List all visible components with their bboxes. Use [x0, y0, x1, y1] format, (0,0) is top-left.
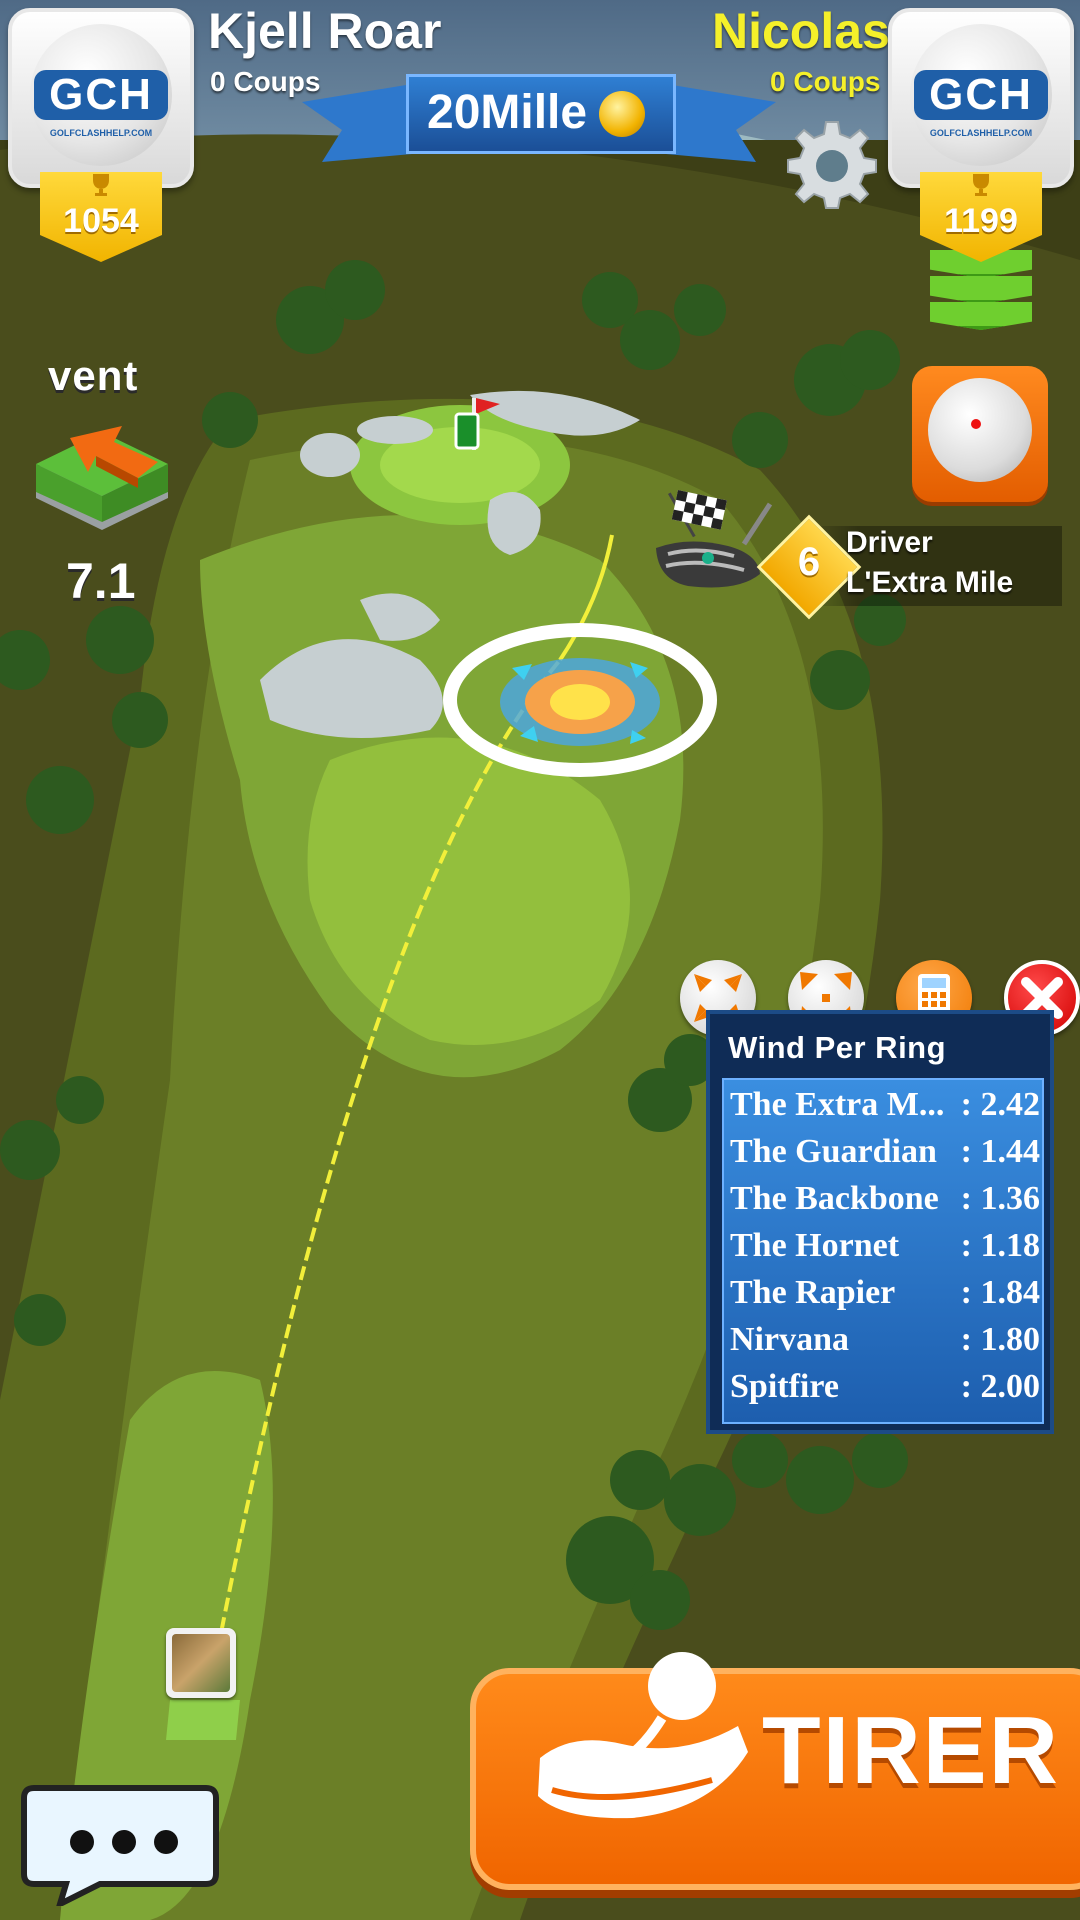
- chat-bubble-icon[interactable]: [20, 1782, 220, 1906]
- club-row-value: : 1.36: [960, 1180, 1040, 1217]
- shoot-label: TIRER: [762, 1697, 1060, 1804]
- trophy-icon: [93, 174, 109, 196]
- list-item: The Extra M... : 2.42: [730, 1086, 1040, 1132]
- club-row-name: The Rapier: [730, 1274, 896, 1311]
- wind-per-ring-panel: Wind Per Ring The Extra M... : 2.42 The …: [706, 1010, 1054, 1434]
- list-item: Nirvana : 1.80: [730, 1321, 1040, 1367]
- ball-selector-button[interactable]: [912, 366, 1048, 502]
- club-row-name: Nirvana: [730, 1321, 849, 1358]
- progress-chevron: [930, 276, 1032, 304]
- club-row-value: : 1.18: [960, 1227, 1040, 1264]
- club-row-name: The Guardian: [730, 1133, 937, 1170]
- list-item: Spitfire : 2.00: [730, 1368, 1040, 1414]
- golf-ball-icon: [928, 378, 1032, 482]
- list-item: The Rapier : 1.84: [730, 1274, 1040, 1320]
- right-player-trophies: 1199: [944, 202, 1018, 240]
- gch-logo-text: GCH: [914, 70, 1048, 120]
- golf-shoe-ball-icon: [538, 1652, 748, 1819]
- progress-chevron: [930, 302, 1032, 330]
- right-player-avatar[interactable]: GCH GOLFCLASHHELP.COM: [888, 8, 1074, 188]
- list-item: The Guardian : 1.44: [730, 1133, 1040, 1179]
- settings-gear-icon[interactable]: [786, 118, 878, 210]
- gch-logo-ball: GCH GOLFCLASHHELP.COM: [910, 24, 1052, 166]
- club-row-name: The Hornet: [730, 1227, 900, 1264]
- club-row-name: The Extra M...: [730, 1086, 945, 1123]
- gch-logo-url: GOLFCLASHHELP.COM: [49, 128, 153, 138]
- club-row-value: : 2.00: [960, 1368, 1040, 1405]
- driver-club-checkered-flag-icon[interactable]: [648, 484, 774, 600]
- club-type: Driver: [846, 526, 933, 559]
- wind-value: 7.1: [66, 553, 136, 609]
- gold-coin-crown-icon: [599, 91, 645, 137]
- club-row-name: Spitfire: [730, 1368, 839, 1405]
- left-player-name: Kjell Roar: [208, 3, 442, 59]
- club-row-value: : 1.44: [960, 1133, 1040, 1170]
- list-item: The Backbone : 1.36: [730, 1180, 1040, 1226]
- right-player-shots: 0 Coups: [770, 66, 881, 97]
- club-row-name: The Backbone: [730, 1180, 939, 1217]
- stake-amount: 20Mille: [427, 86, 588, 139]
- left-player-avatar[interactable]: GCH GOLFCLASHHELP.COM: [8, 8, 194, 188]
- wind-panel-title: Wind Per Ring: [728, 1030, 947, 1065]
- club-level: 6: [797, 540, 821, 584]
- right-player-name: Nicolas: [712, 3, 890, 59]
- tee-camera-thumbnail[interactable]: [166, 1628, 236, 1698]
- club-row-value: : 2.42: [960, 1086, 1040, 1123]
- gch-logo-url: GOLFCLASHHELP.COM: [929, 128, 1033, 138]
- club-row-value: : 1.80: [960, 1321, 1040, 1358]
- wind-direction-arrow-icon: [36, 426, 168, 530]
- wind-label: vent: [48, 352, 139, 399]
- gch-logo-text: GCH: [34, 70, 168, 120]
- wind-per-ring-list: The Extra M... : 2.42 The Guardian : 1.4…: [722, 1078, 1044, 1424]
- stake-banner: 20Mille: [406, 74, 676, 154]
- club-name: L'Extra Mile: [846, 566, 1014, 599]
- tee-camera-image: [172, 1634, 230, 1692]
- list-item: The Hornet : 1.18: [730, 1227, 1040, 1273]
- ball-aim-dot: [971, 419, 981, 429]
- club-row-value: : 1.84: [960, 1274, 1040, 1311]
- gch-logo-ball: GCH GOLFCLASHHELP.COM: [30, 24, 172, 166]
- tour-progress-stack: [930, 250, 1032, 340]
- left-player-trophies: 1054: [63, 202, 139, 240]
- trophy-icon: [973, 174, 989, 196]
